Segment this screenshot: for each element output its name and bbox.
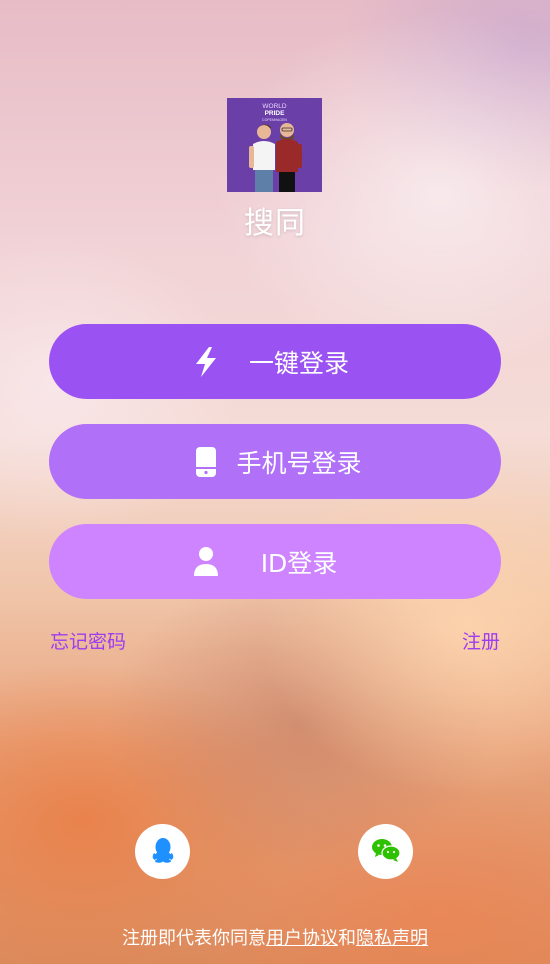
app-logo: WORLD PRIDE COPENHAGEN [227, 98, 322, 192]
privacy-link[interactable]: 隐私声明 [356, 928, 428, 949]
terms-prefix: 注册即代表你同意 [122, 928, 266, 949]
id-login-label: ID登录 [260, 548, 338, 578]
terms-and: 和 [338, 928, 356, 949]
qq-login-button[interactable] [135, 824, 190, 879]
user-agreement-link[interactable]: 用户协议 [266, 928, 338, 949]
wechat-icon [371, 837, 401, 867]
logo-text-city: COPENHAGEN [262, 118, 287, 122]
qq-icon [151, 837, 175, 867]
phone-login-button[interactable]: 手机号登录 [49, 424, 501, 499]
quick-login-button[interactable]: 一键登录 [49, 324, 501, 399]
logo-text-world: WORLD [262, 103, 287, 110]
register-link[interactable]: 注册 [462, 627, 500, 654]
user-icon [192, 546, 220, 578]
phone-icon [192, 446, 220, 478]
phone-login-label: 手机号登录 [236, 448, 362, 478]
terms-text: 注册即代表你同意用户协议和隐私声明 [0, 924, 550, 950]
app-title: 搜同 [244, 206, 306, 241]
logo-text-pride: PRIDE [265, 110, 286, 117]
id-login-button[interactable]: ID登录 [49, 524, 501, 599]
forgot-password-link[interactable]: 忘记密码 [50, 627, 126, 654]
wechat-login-button[interactable] [358, 824, 413, 879]
quick-login-label: 一键登录 [248, 348, 349, 378]
lightning-icon [192, 346, 220, 378]
